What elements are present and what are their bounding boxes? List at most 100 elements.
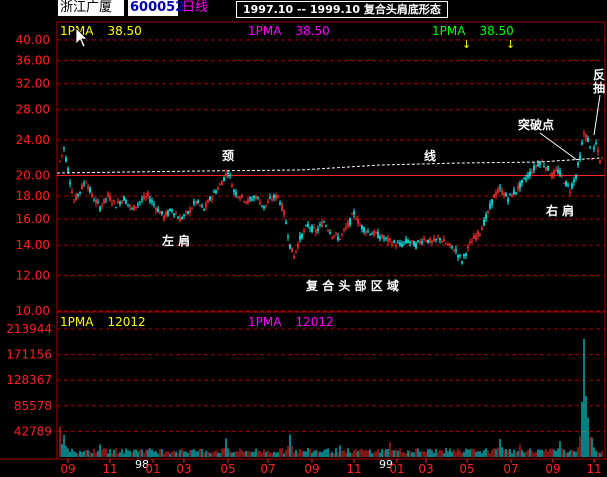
right-shoulder-label: 右 肩 — [545, 203, 574, 218]
candle-body — [67, 168, 69, 173]
candlestick-series — [59, 129, 603, 265]
candle-body — [279, 202, 281, 205]
candle-body — [71, 191, 73, 194]
volume-y-tick: 85578 — [14, 399, 52, 413]
candle-body — [359, 225, 361, 227]
candle-body — [97, 201, 99, 203]
candle-body — [569, 191, 571, 193]
candle-body — [561, 175, 563, 177]
candle-body — [329, 232, 331, 234]
candle-body — [473, 235, 475, 239]
stock-chart[interactable]: 40.00 36.00 32.00 28.00 24.00 20.00 18.00 16.00… — [0, 0, 607, 477]
x-tick-label: 03 — [176, 462, 191, 476]
candle-body — [133, 204, 135, 211]
candle-body — [103, 198, 105, 204]
candle-body — [465, 253, 467, 256]
candle-body — [443, 239, 445, 242]
candle-body — [475, 235, 477, 240]
candle-body — [533, 165, 535, 171]
candle-body — [259, 201, 261, 205]
candle-body — [451, 245, 453, 248]
volume-y-tick: 213944 — [6, 322, 52, 336]
candle-body — [287, 236, 289, 238]
price-grid — [57, 39, 605, 312]
ma-label-magenta: 1PMA 38.50 — [248, 24, 330, 38]
price-y-tick: 18.00 — [16, 189, 50, 203]
candle-body — [65, 157, 67, 162]
volume-y-tick: 42789 — [14, 424, 52, 438]
candle-body — [545, 167, 547, 170]
candle-body — [523, 177, 525, 179]
candle-body — [479, 233, 481, 235]
candle-body — [263, 205, 265, 209]
candle-body — [445, 243, 447, 245]
candle-body — [159, 211, 161, 214]
candle-body — [171, 209, 173, 212]
candle-body — [75, 194, 77, 201]
x-tick-label: 03 — [418, 462, 433, 476]
candle-body — [407, 240, 409, 243]
candle-body — [397, 242, 399, 244]
candle-body — [345, 226, 347, 228]
candle-body — [363, 227, 365, 232]
candle-body — [497, 189, 499, 193]
candle-body — [349, 217, 351, 225]
candle-body — [161, 211, 163, 215]
candle-body — [573, 179, 575, 183]
candle-body — [331, 236, 333, 238]
candle-body — [403, 241, 405, 243]
candle-body — [357, 218, 359, 224]
vol-ma-label-yellow: 1PMA 12012 — [60, 315, 146, 329]
candle-body — [483, 219, 485, 226]
candle-body — [411, 240, 413, 242]
volume-y-tick: 128367 — [6, 373, 52, 387]
candle-body — [283, 210, 285, 215]
candle-body — [165, 212, 167, 217]
candle-body — [87, 186, 89, 189]
candle-body — [151, 200, 153, 203]
candle-body — [347, 222, 349, 227]
candle-body — [315, 230, 317, 233]
candle-body — [369, 233, 371, 235]
candle-body — [177, 217, 179, 219]
candle-body — [289, 244, 291, 249]
candle-body — [137, 203, 139, 205]
candle-body — [463, 254, 465, 256]
candle-body — [423, 238, 425, 241]
volume-y-axis: 213944 171156 128367 85578 42789 — [6, 322, 52, 438]
candle-body — [325, 225, 327, 227]
ma-label-green: 1PMA 38.50 — [432, 24, 514, 38]
candle-body — [415, 243, 417, 249]
ma-label-yellow: 1PMA38.50 — [60, 24, 142, 38]
candle-body — [317, 228, 319, 231]
candle-body — [373, 230, 375, 236]
candle-body — [399, 242, 401, 246]
x-tick-label: 07 — [260, 462, 275, 476]
candle-body — [313, 226, 315, 228]
candle-body — [169, 208, 171, 211]
candle-body — [467, 245, 469, 249]
x-tick-label: 07 — [503, 462, 518, 476]
candle-body — [525, 177, 527, 180]
candle-body — [501, 190, 503, 195]
candle-body — [431, 240, 433, 243]
candle-body — [395, 245, 397, 247]
candle-body — [247, 199, 249, 203]
candle-body — [209, 196, 211, 201]
candle-body — [527, 174, 529, 178]
candle-body — [595, 142, 597, 144]
split-marker-1: ↓ — [462, 38, 471, 51]
candle-body — [319, 224, 321, 226]
candle-body — [119, 201, 121, 205]
candle-body — [441, 241, 443, 243]
candle-body — [559, 170, 561, 176]
candle-body — [311, 225, 313, 232]
candle-body — [227, 172, 229, 175]
candle-body — [493, 194, 495, 198]
candle-body — [157, 208, 159, 212]
candle-body — [187, 211, 189, 214]
candle-body — [281, 204, 283, 211]
vol-ma-label-magenta: 1PMA 12012 — [248, 315, 334, 329]
candle-body — [253, 196, 255, 198]
candle-body — [63, 147, 65, 149]
